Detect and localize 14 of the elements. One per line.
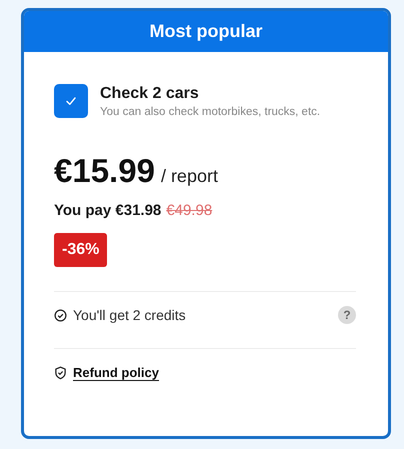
price-unit: / report	[160, 166, 218, 187]
refund-policy-link[interactable]: Refund policy	[73, 365, 159, 381]
option-title: Check 2 cars	[100, 84, 200, 102]
checkbox[interactable]	[54, 84, 88, 118]
feature-text: You'll get 2 credits	[73, 307, 187, 323]
price-amount: €15.99	[54, 152, 155, 190]
shield-check-icon	[54, 366, 67, 380]
option-subtitle: You can also check motorbikes, trucks, etc.	[100, 106, 320, 118]
check-circle-icon	[54, 308, 67, 322]
total-price: You pay €31.98	[54, 202, 162, 219]
discount-badge: -36%	[54, 233, 108, 267]
header-title: Most popular	[150, 21, 262, 42]
old-price: €49.98	[166, 202, 212, 219]
help-icon[interactable]: ?	[338, 306, 356, 324]
